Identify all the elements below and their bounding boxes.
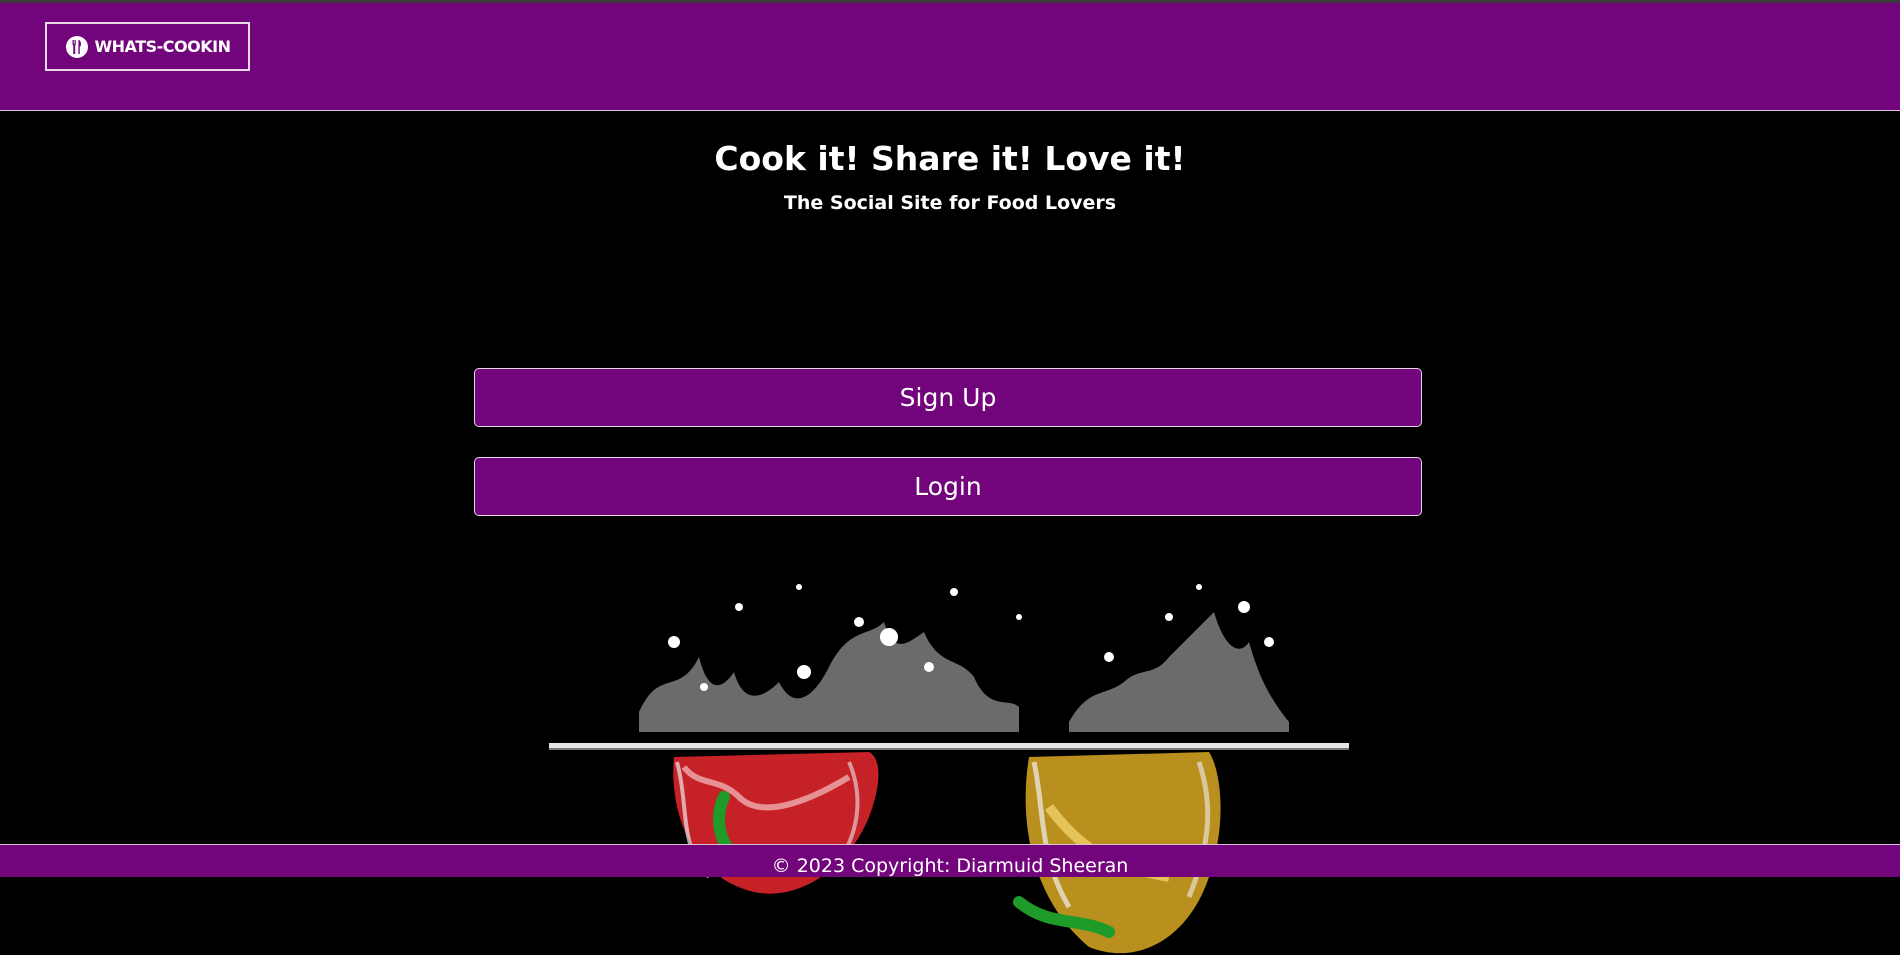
page-title: Cook it! Share it! Love it! [714, 139, 1186, 178]
signup-button[interactable]: Sign Up [474, 368, 1422, 427]
copyright-text: © 2023 Copyright: Diarmuid Sheeran [771, 855, 1129, 877]
fork-knife-plate-icon [65, 35, 88, 58]
brand-logo-link[interactable]: WHATS-COOKIN [45, 22, 250, 71]
page-subtitle: The Social Site for Food Lovers [783, 192, 1117, 214]
login-button[interactable]: Login [474, 457, 1422, 516]
brand-label: WHATS-COOKIN [94, 37, 231, 56]
pepper-splash-image [549, 547, 1349, 955]
footer: © 2023 Copyright: Diarmuid Sheeran [0, 844, 1900, 877]
navbar: WHATS-COOKIN [0, 3, 1900, 111]
